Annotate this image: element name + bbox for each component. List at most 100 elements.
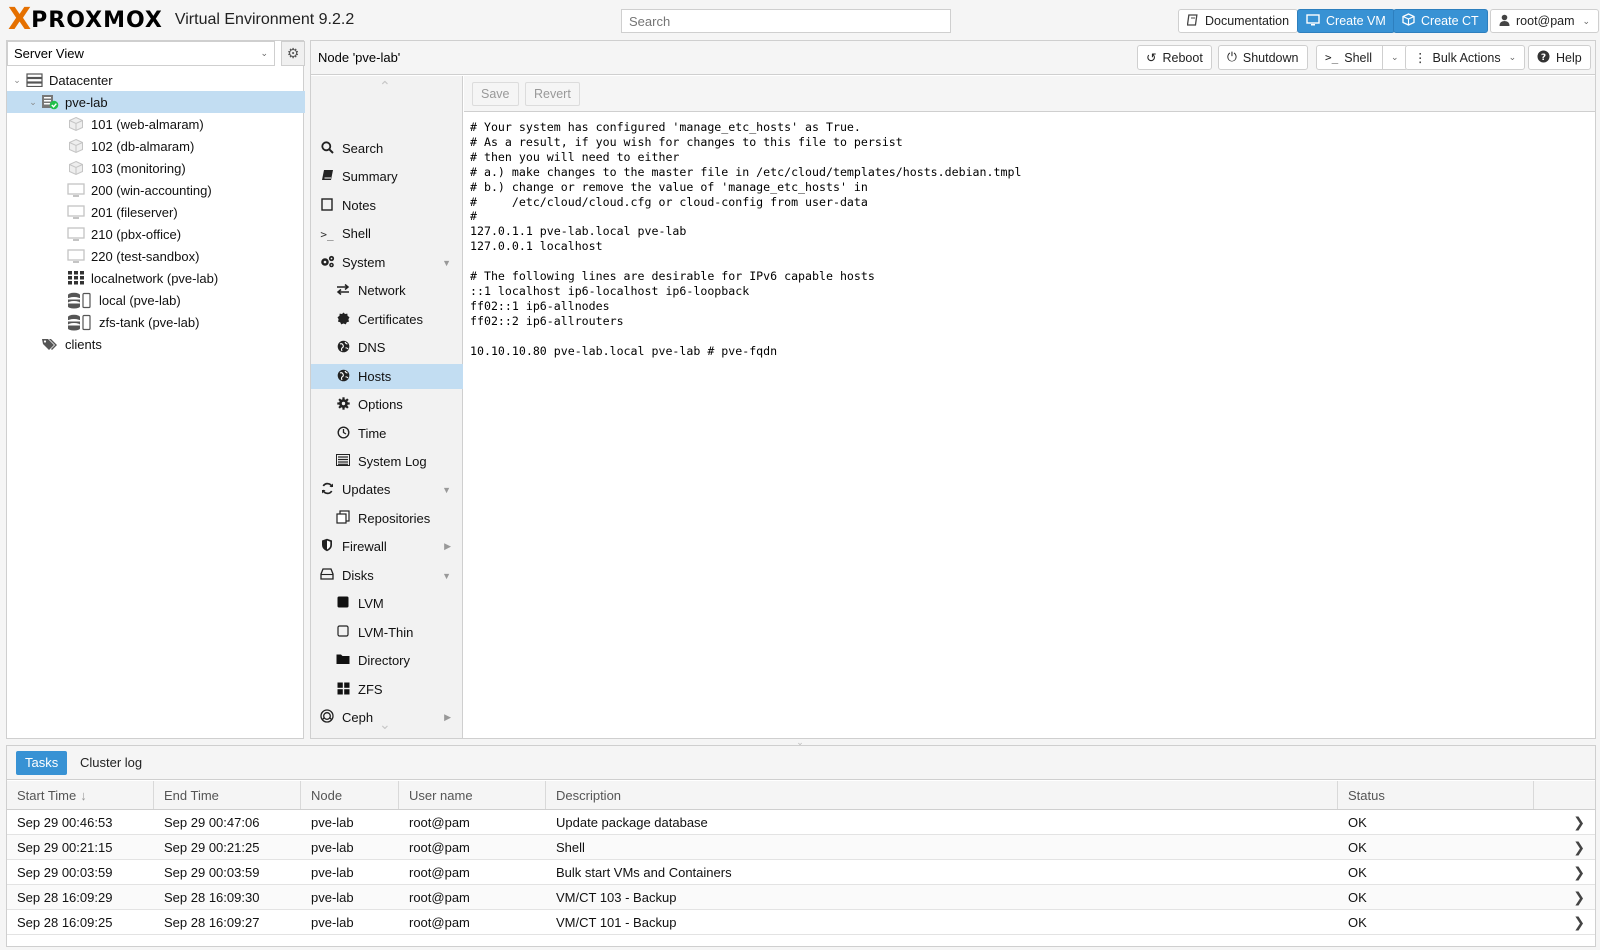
chevron-right-icon[interactable]: ❯	[1573, 885, 1585, 909]
globe-icon	[335, 369, 351, 385]
shutdown-button[interactable]: ⏻ Shutdown	[1218, 45, 1308, 70]
cell-node: pve-lab	[311, 864, 354, 880]
view-selector[interactable]: Server View ⌄	[7, 41, 275, 66]
menu-item-label: LVM	[358, 596, 384, 611]
column-header-description[interactable]: Description	[546, 781, 1338, 809]
tree-node[interactable]: ⌄ Datacenter	[7, 69, 305, 91]
menu-item-directory[interactable]: Directory	[311, 648, 463, 673]
menu-item-system-log[interactable]: System Log	[311, 449, 463, 474]
scroll-down-icon[interactable]: ⌄	[379, 716, 391, 733]
node-online-icon	[41, 94, 59, 110]
chevron-right-icon[interactable]: ❯	[1573, 860, 1585, 884]
gear-icon: ⚙	[286, 45, 300, 61]
caret-down-icon[interactable]: ▼	[442, 485, 451, 495]
menu-item-label: Search	[342, 141, 384, 156]
cell-description: VM/CT 101 - Backup	[556, 914, 677, 930]
column-header-status[interactable]: Status	[1338, 781, 1534, 809]
menu-item-firewall[interactable]: Firewall ▶	[311, 534, 463, 559]
tree-settings-button[interactable]: ⚙	[281, 41, 305, 66]
chevron-down-icon[interactable]: ⌄	[11, 75, 23, 86]
menu-item-repositories[interactable]: Repositories	[311, 506, 463, 531]
table-row[interactable]: Sep 28 16:09:25 Sep 28 16:09:27 pve-lab roo…	[7, 910, 1595, 935]
menu-item-lvm[interactable]: LVM	[311, 591, 463, 616]
table-row[interactable]: Sep 28 16:09:29 Sep 28 16:09:30 pve-lab roo…	[7, 885, 1595, 910]
documentation-button[interactable]: Documentation	[1178, 9, 1299, 33]
panel-splitter-handle[interactable]: ⌄	[778, 738, 822, 747]
menu-item-network[interactable]: Network	[311, 278, 463, 303]
chevron-down-icon[interactable]: ⌄	[1391, 52, 1399, 63]
menu-item-disks[interactable]: Disks ▼	[311, 563, 463, 588]
tree-node[interactable]: 210 (pbx-office)	[7, 223, 305, 245]
menu-item-hosts[interactable]: Hosts	[311, 364, 463, 389]
editor-toolbar: Save Revert	[464, 76, 1595, 112]
tasks-grid: Start Time ↓ End Time Node User name Descript…	[7, 781, 1595, 935]
chevron-right-icon[interactable]: ❯	[1573, 835, 1585, 859]
create-ct-button[interactable]: Create CT	[1393, 9, 1488, 33]
menu-item-notes[interactable]: Notes	[311, 193, 463, 218]
tree-node[interactable]: clients	[7, 333, 305, 355]
menu-item-shell[interactable]: >_ Shell	[311, 221, 463, 246]
proxmox-logo[interactable]: X PROXMOX Virtual Environment 9.2.2	[8, 4, 354, 36]
tree-node[interactable]: 101 (web-almaram)	[7, 113, 305, 135]
create-vm-button[interactable]: Create VM	[1297, 9, 1395, 33]
table-row[interactable]: Sep 29 00:03:59 Sep 29 00:03:59 pve-lab roo…	[7, 860, 1595, 885]
menu-item-dns[interactable]: DNS	[311, 335, 463, 360]
caret-right-icon[interactable]: ▶	[444, 541, 451, 552]
tree-node[interactable]: localnetwork (pve-lab)	[7, 267, 305, 289]
caret-down-icon[interactable]: ▼	[442, 258, 451, 268]
cell-node: pve-lab	[311, 914, 354, 930]
chevron-right-icon[interactable]: ❯	[1573, 810, 1585, 834]
terminal-icon: >_	[320, 227, 334, 241]
help-button[interactable]: ? Help	[1528, 45, 1591, 70]
tree-node[interactable]: ⌄ pve-lab	[7, 91, 305, 113]
menu-item-system[interactable]: System ▼	[311, 250, 463, 275]
globe-icon	[335, 340, 351, 356]
chevron-down-icon[interactable]: ⌄	[27, 97, 39, 108]
column-header-start-time[interactable]: Start Time ↓	[7, 781, 154, 809]
logo-wordmark: PROXMOX	[31, 7, 163, 33]
menu-item-lvm-thin[interactable]: LVM-Thin	[311, 620, 463, 645]
bulk-actions-label: Bulk Actions	[1432, 50, 1501, 65]
chevron-right-icon[interactable]: ❯	[1573, 910, 1585, 934]
user-menu-button[interactable]: root@pam ⌄	[1490, 9, 1600, 33]
cell-start-time: Sep 28 16:09:25	[17, 914, 113, 930]
files-icon	[335, 510, 351, 527]
save-button[interactable]: Save	[472, 82, 519, 106]
shell-button[interactable]: >_ Shell ⌄	[1316, 45, 1408, 70]
caret-right-icon[interactable]: ▶	[444, 712, 451, 723]
cell-description: Bulk start VMs and Containers	[556, 864, 732, 880]
menu-item-updates[interactable]: Updates ▼	[311, 477, 463, 502]
tree-node[interactable]: 102 (db-almaram)	[7, 135, 305, 157]
tree-node[interactable]: zfs-tank (pve-lab)	[7, 311, 305, 333]
column-header-node[interactable]: Node	[301, 781, 399, 809]
menu-item-certificates[interactable]: Certificates	[311, 307, 463, 332]
column-header-end-time[interactable]: End Time	[154, 781, 301, 809]
cell-status: OK	[1348, 839, 1367, 855]
reboot-button[interactable]: ↺ Reboot	[1137, 45, 1212, 70]
caret-down-icon[interactable]: ▼	[442, 571, 451, 581]
menu-item-summary[interactable]: Summary	[311, 164, 463, 189]
menu-item-label: ZFS	[358, 682, 383, 697]
tree-node[interactable]: 200 (win-accounting)	[7, 179, 305, 201]
tree-node[interactable]: 103 (monitoring)	[7, 157, 305, 179]
table-row[interactable]: Sep 29 00:21:15 Sep 29 00:21:25 pve-lab roo…	[7, 835, 1595, 860]
refresh-icon	[319, 482, 335, 498]
menu-item-time[interactable]: Time	[311, 421, 463, 446]
table-row[interactable]: Sep 29 00:46:53 Sep 29 00:47:06 pve-lab roo…	[7, 810, 1595, 835]
menu-item-zfs[interactable]: ZFS	[311, 677, 463, 702]
tree-node[interactable]: local (pve-lab)	[7, 289, 305, 311]
hosts-file-textarea[interactable]: # Your system has configured 'manage_etc…	[470, 120, 1021, 359]
column-header-user-name[interactable]: User name	[399, 781, 546, 809]
tree-node[interactable]: 220 (test-sandbox)	[7, 245, 305, 267]
tab-tasks[interactable]: Tasks	[16, 751, 68, 775]
menu-item-search[interactable]: Search	[311, 136, 463, 161]
revert-button[interactable]: Revert	[525, 82, 580, 106]
help-label: Help	[1556, 50, 1582, 65]
menu-item-options[interactable]: Options	[311, 392, 463, 417]
tab-cluster-log[interactable]: Cluster log	[71, 751, 151, 775]
global-search-input[interactable]	[621, 9, 951, 33]
tags-icon	[41, 336, 59, 352]
scroll-up-icon[interactable]: ⌃	[379, 78, 391, 95]
tree-node[interactable]: 201 (fileserver)	[7, 201, 305, 223]
bulk-actions-button[interactable]: ⋮ Bulk Actions ⌄	[1405, 45, 1526, 70]
